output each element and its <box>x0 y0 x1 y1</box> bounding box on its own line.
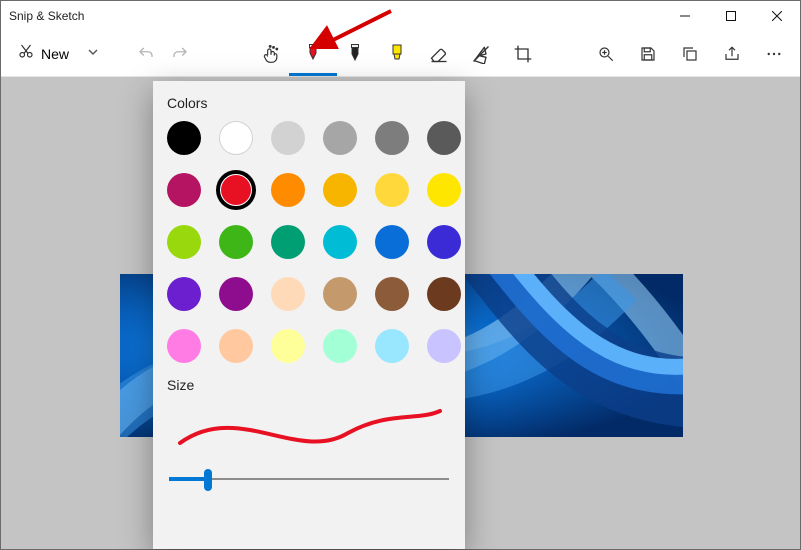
titlebar: Snip & Sketch <box>1 1 800 31</box>
color-swatch-mint[interactable] <box>323 329 357 363</box>
color-swatch-light-yellow[interactable] <box>271 329 305 363</box>
color-swatch-pink[interactable] <box>167 329 201 363</box>
toolbar: New <box>1 31 800 77</box>
maximize-button[interactable] <box>708 1 754 31</box>
color-swatch-peach[interactable] <box>271 277 305 311</box>
color-swatch-orange[interactable] <box>271 173 305 207</box>
pen-options-popup: Colors Size <box>153 81 465 549</box>
new-button[interactable]: New <box>9 37 77 71</box>
new-snip-icon <box>17 42 35 65</box>
color-swatch-black[interactable] <box>167 121 201 155</box>
slider-fill <box>169 477 208 481</box>
color-swatch-cyan[interactable] <box>323 225 357 259</box>
color-swatch-amber[interactable] <box>375 173 409 207</box>
undo-button[interactable] <box>129 37 163 71</box>
slider-thumb[interactable] <box>204 469 212 491</box>
color-swatch-darker-gray[interactable] <box>427 121 461 155</box>
color-swatch-light-orange[interactable] <box>219 329 253 363</box>
ballpoint-pen-button[interactable] <box>303 44 323 64</box>
color-swatch-violet[interactable] <box>219 277 253 311</box>
size-preview-stroke <box>168 403 450 453</box>
color-swatch-white[interactable] <box>219 121 253 155</box>
minimize-button[interactable] <box>662 1 708 31</box>
color-swatch-dark-gray[interactable] <box>375 121 409 155</box>
color-swatch-yellow-green[interactable] <box>167 225 201 259</box>
share-button[interactable] <box>722 45 742 63</box>
app-window: Snip & Sketch New <box>0 0 801 550</box>
color-swatch-green[interactable] <box>219 225 253 259</box>
color-swatch-light-blue[interactable] <box>375 329 409 363</box>
color-swatch-purple[interactable] <box>167 277 201 311</box>
color-swatch-teal-green[interactable] <box>271 225 305 259</box>
close-button[interactable] <box>754 1 800 31</box>
size-heading: Size <box>167 377 465 393</box>
copy-button[interactable] <box>680 45 700 63</box>
colors-heading: Colors <box>167 95 465 111</box>
app-title: Snip & Sketch <box>9 9 84 23</box>
color-swatch-indigo[interactable] <box>427 225 461 259</box>
crop-button[interactable] <box>513 44 533 64</box>
new-button-label: New <box>41 46 69 62</box>
color-swatch-tan[interactable] <box>323 277 357 311</box>
right-tool-group <box>596 45 784 63</box>
color-swatch-light-gray[interactable] <box>271 121 305 155</box>
color-swatches <box>153 121 465 363</box>
more-button[interactable] <box>764 45 784 63</box>
window-controls <box>662 1 800 31</box>
touch-writing-button[interactable] <box>261 44 281 64</box>
size-slider[interactable] <box>169 465 449 493</box>
ruler-button[interactable] <box>471 44 491 64</box>
redo-button[interactable] <box>163 37 197 71</box>
zoom-button[interactable] <box>596 45 616 63</box>
pencil-button[interactable] <box>345 44 365 64</box>
color-swatch-brown[interactable] <box>375 277 409 311</box>
color-swatch-gold[interactable] <box>323 173 357 207</box>
tool-group <box>261 44 533 64</box>
color-swatch-blue[interactable] <box>375 225 409 259</box>
color-swatch-red[interactable] <box>219 173 253 207</box>
new-delay-dropdown[interactable] <box>77 45 109 63</box>
color-swatch-gray[interactable] <box>323 121 357 155</box>
highlighter-button[interactable] <box>387 44 407 64</box>
color-swatch-magenta[interactable] <box>167 173 201 207</box>
color-swatch-lavender[interactable] <box>427 329 461 363</box>
color-swatch-dark-brown[interactable] <box>427 277 461 311</box>
color-swatch-yellow[interactable] <box>427 173 461 207</box>
eraser-button[interactable] <box>429 44 449 64</box>
save-button[interactable] <box>638 45 658 63</box>
